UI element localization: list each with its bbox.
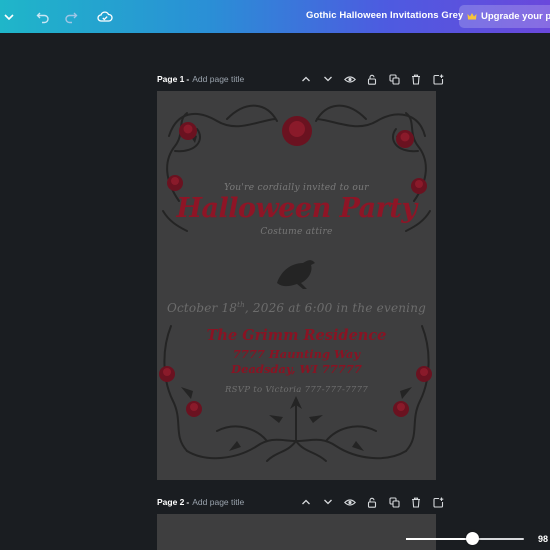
page-1-label: Page 1 (157, 74, 185, 84)
eye-icon[interactable] (339, 71, 361, 87)
page-2-canvas[interactable] (157, 514, 436, 550)
page-1-title-input[interactable]: Add page title (192, 74, 244, 84)
zoom-slider-fill (406, 538, 473, 540)
eye-icon[interactable] (339, 494, 361, 510)
invite-city-address[interactable]: Deadsday, WI 77777 (157, 362, 436, 376)
invite-intro-text[interactable]: You're cordially invited to our (157, 183, 436, 193)
editor-topbar: Gothic Halloween Invitations Grey Upgrad… (0, 0, 550, 33)
invite-headline[interactable]: Halloween Party (157, 193, 436, 224)
upgrade-button[interactable]: Upgrade your plan (459, 5, 550, 28)
add-page-icon[interactable] (427, 494, 449, 510)
page-1-tools (295, 71, 449, 87)
gothic-rose-frame (159, 104, 432, 462)
page-2-tools (295, 494, 449, 510)
cloud-saved-icon[interactable] (96, 8, 114, 26)
page-2-label: Page 2 (157, 497, 185, 507)
document-title[interactable]: Gothic Halloween Invitations Grey (306, 10, 463, 21)
undo-icon[interactable] (34, 8, 52, 26)
crown-icon (467, 8, 477, 26)
duplicate-icon[interactable] (383, 494, 405, 510)
move-page-down-icon[interactable] (317, 71, 339, 87)
invite-rsvp-text[interactable]: RSVP to Victoria 777-777-7777 (157, 385, 436, 395)
trash-icon[interactable] (405, 71, 427, 87)
page-1-header: Page 1 - Add page title (157, 71, 443, 87)
invite-attire-text[interactable]: Costume attire (157, 227, 436, 237)
trash-icon[interactable] (405, 494, 427, 510)
zoom-slider-thumb[interactable] (465, 532, 479, 545)
upgrade-label: Upgrade your plan (481, 11, 550, 22)
invite-street-address[interactable]: 7777 Haunting Way (157, 347, 436, 361)
date-suffix: , 2026 at 6:00 in the evening (244, 301, 427, 315)
invite-date-text[interactable]: October 18th, 2026 at 6:00 in the evenin… (157, 301, 436, 315)
page-separator: - (186, 74, 190, 84)
duplicate-icon[interactable] (383, 71, 405, 87)
page-1-canvas[interactable]: You're cordially invited to our Hallowee… (157, 91, 436, 480)
date-ordinal: th (237, 301, 245, 309)
lock-icon[interactable] (361, 71, 383, 87)
date-prefix: October 18 (166, 301, 238, 315)
page-separator: - (186, 497, 190, 507)
move-page-up-icon[interactable] (295, 71, 317, 87)
zoom-value[interactable]: 98 (538, 534, 548, 544)
add-page-icon[interactable] (427, 71, 449, 87)
redo-icon[interactable] (62, 8, 80, 26)
move-page-down-icon[interactable] (317, 494, 339, 510)
page-2-title-input[interactable]: Add page title (192, 497, 244, 507)
page-2-header: Page 2 - Add page title (157, 494, 443, 510)
chevron-down-icon[interactable] (0, 8, 18, 26)
invite-venue-name[interactable]: The Grimm Residence (157, 327, 436, 344)
lock-icon[interactable] (361, 494, 383, 510)
move-page-up-icon[interactable] (295, 494, 317, 510)
